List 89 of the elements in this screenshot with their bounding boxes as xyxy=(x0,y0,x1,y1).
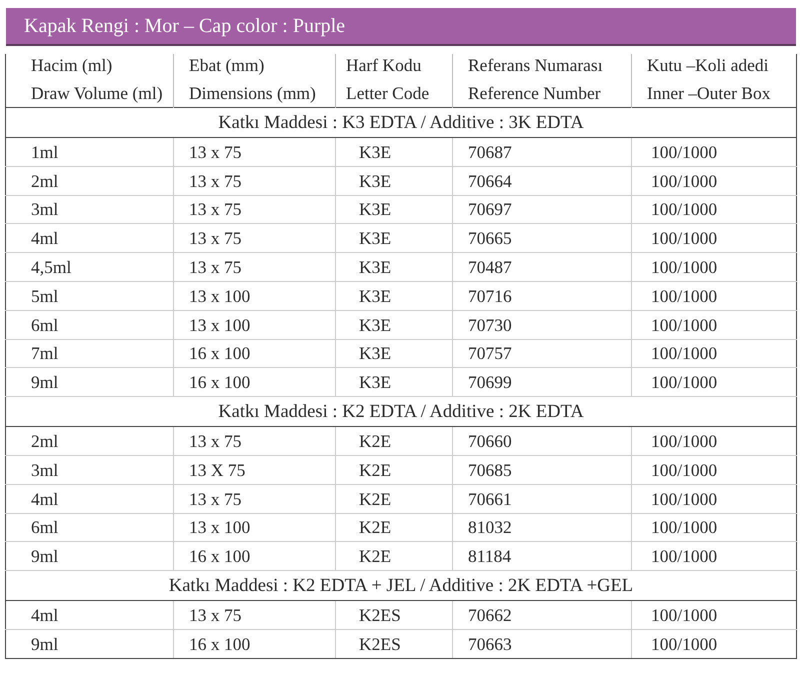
table-cell: 70664 xyxy=(452,166,632,196)
table-cell: 13 x 75 xyxy=(174,224,336,253)
table-cell: 13 x 100 xyxy=(174,513,336,542)
table-cell: K3E xyxy=(336,252,452,282)
table-cell: K2E xyxy=(336,542,452,571)
table-cell: 100/1000 xyxy=(632,513,796,542)
table-cell: 4ml xyxy=(6,600,174,630)
table-cell: K2E xyxy=(336,484,452,514)
table-cell: 13 x 100 xyxy=(174,310,336,340)
table-cell: 2ml xyxy=(6,426,174,456)
table-cell: K3E xyxy=(336,368,452,397)
table-cell: 13 x 75 xyxy=(174,426,336,456)
table-cell: 70716 xyxy=(452,281,632,310)
table-cell: K2ES xyxy=(336,600,452,630)
table-cell: 100/1000 xyxy=(632,600,796,630)
table-cell: 16 x 100 xyxy=(174,629,336,658)
table-cell: 81032 xyxy=(452,513,632,542)
table-cell: 100/1000 xyxy=(632,195,796,224)
table-cell: K3E xyxy=(336,166,452,196)
table-cell: K2E xyxy=(336,513,452,542)
table-cell: K3E xyxy=(336,224,452,253)
table-cell: 70685 xyxy=(452,455,632,484)
table-cell: 70697 xyxy=(452,195,632,224)
group-heading: Katkı Maddesi : K2 EDTA + JEL / Additive : 2K EDTA +GEL xyxy=(6,570,796,601)
table-cell: K3E xyxy=(336,195,452,224)
table-cell: 9ml xyxy=(6,542,174,571)
table-cell: 13 x 75 xyxy=(174,484,336,514)
table-cell: 100/1000 xyxy=(632,426,796,456)
table-cell: 100/1000 xyxy=(632,310,796,340)
group-heading: Katkı Maddesi : K2 EDTA / Additive : 2K EDTA xyxy=(6,396,796,427)
table-cell: 9ml xyxy=(6,368,174,397)
table-cell: 6ml xyxy=(6,310,174,340)
table-cell: 100/1000 xyxy=(632,484,796,514)
table-cell: 3ml xyxy=(6,455,174,484)
table-cell: 100/1000 xyxy=(632,138,796,166)
table-cell: 100/1000 xyxy=(632,542,796,571)
table-cell: 70663 xyxy=(452,629,632,658)
table-cell: 100/1000 xyxy=(632,339,796,368)
table-cell: K2E xyxy=(336,455,452,484)
banner-title: Kapak Rengi : Mor – Cap color : Purple xyxy=(24,14,346,38)
table-cell: 70661 xyxy=(452,484,632,514)
table-cell: 100/1000 xyxy=(632,629,796,658)
table-cell: 70757 xyxy=(452,339,632,368)
table-cell: K3E xyxy=(336,138,452,166)
table-cell: 13 x 75 xyxy=(174,138,336,166)
table-cell: 70662 xyxy=(452,600,632,630)
table-cell: 100/1000 xyxy=(632,455,796,484)
table-cell: 4ml xyxy=(6,484,174,514)
table-cell: 13 x 75 xyxy=(174,166,336,196)
column-header: Harf Kodu Letter Code xyxy=(336,54,452,108)
table-cell: K3E xyxy=(336,310,452,340)
group-heading: Katkı Maddesi : K3 EDTA / Additive : 3K EDTA xyxy=(6,108,796,138)
table-cell: 81184 xyxy=(452,542,632,571)
table-cell: 100/1000 xyxy=(632,281,796,310)
table-cell: 70487 xyxy=(452,252,632,282)
table-cell: 5ml xyxy=(6,281,174,310)
table-cell: K2ES xyxy=(336,629,452,658)
table-cell: 13 x 75 xyxy=(174,195,336,224)
table-cell: K2E xyxy=(336,426,452,456)
table-cell: 13 x 75 xyxy=(174,252,336,282)
table-cell: 13 X 75 xyxy=(174,455,336,484)
table-cell: 13 x 75 xyxy=(174,600,336,630)
table-cell: 100/1000 xyxy=(632,252,796,282)
table-cell: 70730 xyxy=(452,310,632,340)
table-cell: 4,5ml xyxy=(6,252,174,282)
table-cell: 70699 xyxy=(452,368,632,397)
table-cell: 16 x 100 xyxy=(174,542,336,571)
table-cell: 6ml xyxy=(6,513,174,542)
table-cell: 7ml xyxy=(6,339,174,368)
table-cell: 2ml xyxy=(6,166,174,196)
column-header: Ebat (mm) Dimensions (mm) xyxy=(174,54,336,108)
column-header: Referans Numarası Reference Number xyxy=(452,54,632,108)
table-cell: 100/1000 xyxy=(632,224,796,253)
table-cell: 16 x 100 xyxy=(174,339,336,368)
table-cell: 100/1000 xyxy=(632,166,796,196)
table-cell: 16 x 100 xyxy=(174,368,336,397)
table-cell: 1ml xyxy=(6,138,174,166)
table-cell: 13 x 100 xyxy=(174,281,336,310)
column-header: Hacim (ml) Draw Volume (ml) xyxy=(6,54,174,108)
table-cell: 4ml xyxy=(6,224,174,253)
table-cell: 9ml xyxy=(6,629,174,658)
table-cell: K3E xyxy=(336,339,452,368)
table-cell: K3E xyxy=(336,281,452,310)
table-cell: 70660 xyxy=(452,426,632,456)
table-cell: 70687 xyxy=(452,138,632,166)
table-cell: 100/1000 xyxy=(632,368,796,397)
table-cell: 3ml xyxy=(6,195,174,224)
table-cell: 70665 xyxy=(452,224,632,253)
column-header: Kutu –Koli adedi Inner –Outer Box xyxy=(632,54,796,108)
